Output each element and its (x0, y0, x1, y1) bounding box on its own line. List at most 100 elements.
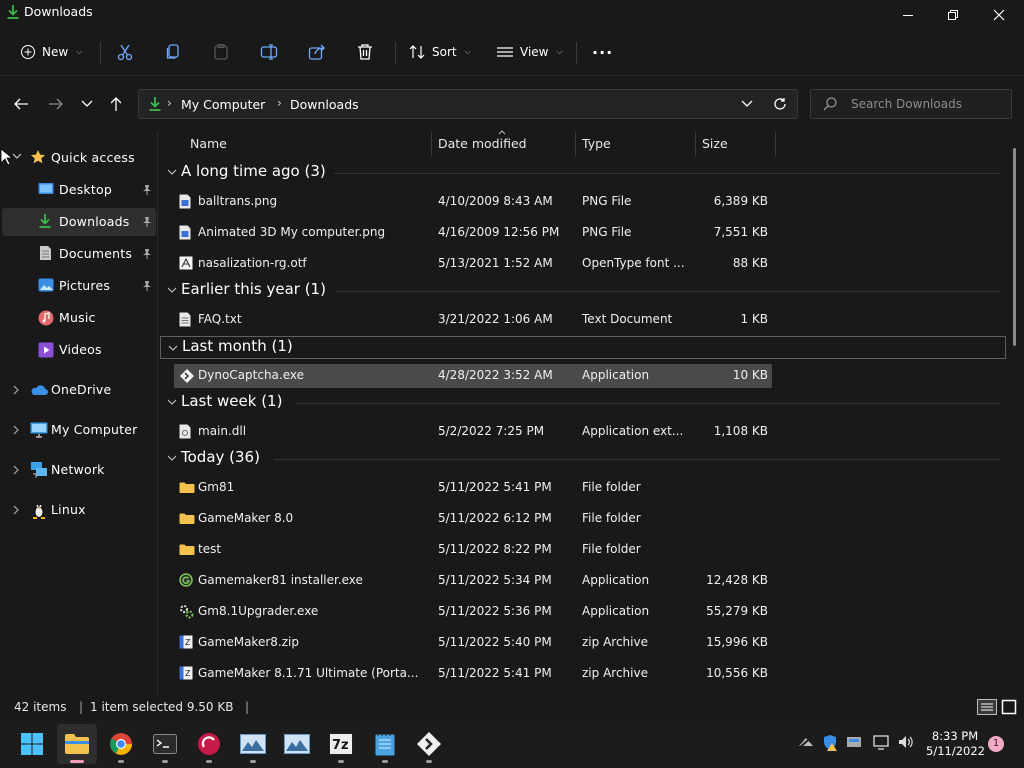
group-header[interactable]: Earlier this year (1) (160, 279, 1006, 303)
more-options-button[interactable]: ... (592, 38, 613, 66)
breadcrumb-downloads[interactable]: Downloads (290, 97, 359, 112)
sidebar-item-desktop[interactable]: Desktop (2, 176, 156, 204)
share-button[interactable] (308, 38, 326, 66)
taskbar-chrome[interactable] (101, 724, 141, 764)
column-divider[interactable] (775, 132, 776, 156)
paste-button[interactable] (212, 38, 230, 66)
up-button[interactable] (104, 93, 128, 115)
file-explorer-icon (64, 733, 90, 755)
sidebar-item-linux[interactable]: Linux (2, 496, 156, 524)
breadcrumb-my-computer[interactable]: My Computer (181, 97, 265, 112)
file-date: 4/28/2022 3:52 AM (438, 368, 553, 382)
chevron-right-icon[interactable] (12, 505, 20, 515)
notification-badge[interactable]: 1 (988, 736, 1004, 752)
group-header[interactable]: Last month (1) (160, 336, 1006, 359)
taskbar-raspberry[interactable] (189, 724, 229, 764)
sidebar-item-quick-access[interactable]: Quick access (2, 144, 156, 172)
sort-button[interactable]: Sort ⌵ (408, 38, 471, 66)
file-row[interactable]: main.dll 5/2/2022 7:25 PM Application ex… (174, 420, 772, 444)
pin-icon[interactable] (142, 184, 152, 196)
address-bar[interactable]: › My Computer › Downloads (138, 89, 798, 119)
column-header-type[interactable]: Type (582, 136, 611, 160)
file-row[interactable]: Z GameMaker8.zip 5/11/2022 5:40 PM zip A… (174, 631, 772, 655)
chevron-right-icon[interactable] (12, 425, 20, 435)
address-history-icon[interactable] (741, 100, 753, 108)
sidebar-item-pictures[interactable]: Pictures (2, 272, 156, 300)
refresh-icon[interactable] (773, 97, 787, 111)
tiles-view-button[interactable] (1001, 699, 1017, 715)
clock[interactable]: 8:33 PM 5/11/2022 (926, 729, 985, 759)
column-divider[interactable] (695, 132, 696, 156)
file-row[interactable]: Z GameMaker 8.1.71 Ultimate (Porta... 5/… (174, 662, 772, 686)
delete-button[interactable] (356, 38, 374, 66)
sidebar-item-videos[interactable]: Videos (2, 336, 156, 364)
column-header-date[interactable]: Date modified (438, 136, 527, 160)
rename-button[interactable] (260, 38, 278, 66)
chevron-right-icon[interactable] (12, 385, 20, 395)
hidden-icons-icon[interactable] (797, 734, 815, 750)
sidebar-item-music[interactable]: Music (2, 304, 156, 332)
sidebar-item-label: Music (59, 310, 96, 325)
new-button[interactable]: New ⌵ (20, 38, 82, 66)
group-header[interactable]: Today (36) (160, 447, 1006, 471)
file-row[interactable]: nasalization-rg.otf 5/13/2021 1:52 AM Op… (174, 252, 772, 276)
recent-locations-button[interactable] (75, 93, 99, 115)
search-box[interactable]: Search Downloads (810, 89, 1012, 119)
file-row[interactable]: Animated 3D My computer.png 4/16/2009 12… (174, 221, 772, 245)
chevron-down-icon (12, 153, 22, 161)
taskbar-terminal[interactable] (145, 724, 185, 764)
pin-icon[interactable] (142, 248, 152, 260)
security-icon[interactable] (822, 734, 840, 752)
column-divider[interactable] (575, 132, 576, 156)
chevron-down-icon (167, 169, 177, 176)
network-status-icon[interactable] (872, 734, 890, 750)
cut-button[interactable] (116, 38, 134, 66)
column-header-size[interactable]: Size (702, 136, 728, 160)
file-name: Gm81 (198, 480, 235, 494)
sidebar-item-downloads[interactable]: Downloads (2, 208, 156, 236)
minimize-button[interactable] (885, 0, 931, 30)
sidebar-item-onedrive[interactable]: OneDrive (2, 376, 156, 404)
file-row[interactable]: Gm81 5/11/2022 5:41 PM File folder (174, 476, 772, 500)
group-header[interactable]: Last week (1) (160, 391, 1006, 415)
volume-icon[interactable] (897, 734, 915, 750)
file-row[interactable]: Gamemaker81 installer.exe 5/11/2022 5:34… (174, 569, 772, 593)
sidebar-item-network[interactable]: Network (2, 456, 156, 484)
column-divider[interactable] (431, 132, 432, 156)
file-row[interactable]: Gm8.1Upgrader.exe 5/11/2022 5:36 PM Appl… (174, 600, 772, 624)
view-button[interactable]: View ⌵ (496, 38, 563, 66)
sidebar-item-documents[interactable]: Documents (2, 240, 156, 268)
file-row[interactable]: GameMaker 8.0 5/11/2022 6:12 PM File fol… (174, 507, 772, 531)
drive-icon[interactable] (846, 734, 862, 750)
sidebar-item-label: My Computer (51, 422, 138, 437)
taskbar-dynocaptcha[interactable] (409, 724, 449, 764)
back-button[interactable] (9, 93, 33, 115)
start-button[interactable] (12, 724, 52, 764)
file-row[interactable]: balltrans.png 4/10/2009 8:43 AM PNG File… (174, 190, 772, 214)
group-header[interactable]: A long time ago (3) (160, 161, 1006, 185)
taskbar-photos[interactable] (277, 724, 317, 764)
details-view-button[interactable] (977, 699, 997, 715)
taskbar-7zip[interactable]: 7z (321, 724, 361, 764)
forward-button[interactable] (44, 93, 68, 115)
clock-time: 8:33 PM (931, 729, 979, 743)
copy-button[interactable] (164, 38, 182, 66)
file-row[interactable]: DynoCaptcha.exe 4/28/2022 3:52 AM Applic… (174, 364, 772, 388)
column-header-name[interactable]: Name (190, 136, 227, 160)
taskbar-photos[interactable] (233, 724, 273, 764)
taskbar-file-explorer[interactable] (57, 724, 97, 764)
sidebar-item-label: Desktop (59, 182, 112, 197)
pin-icon[interactable] (142, 216, 152, 228)
file-date: 3/21/2022 1:06 AM (438, 312, 553, 326)
restore-button[interactable] (930, 0, 976, 30)
chevron-right-icon[interactable] (12, 465, 20, 475)
file-row[interactable]: test 5/11/2022 8:22 PM File folder (174, 538, 772, 562)
taskbar-notepad[interactable] (365, 724, 405, 764)
sidebar-item-my-computer[interactable]: My Computer (2, 416, 156, 444)
vertical-scrollbar[interactable] (1013, 148, 1016, 346)
file-type: File folder (582, 511, 641, 525)
close-button[interactable] (976, 0, 1022, 30)
file-row[interactable]: FAQ.txt 3/21/2022 1:06 AM Text Document … (174, 308, 772, 332)
command-bar: New ⌵ Sort ⌵ View ⌵ ... (0, 30, 1024, 76)
pin-icon[interactable] (142, 280, 152, 292)
